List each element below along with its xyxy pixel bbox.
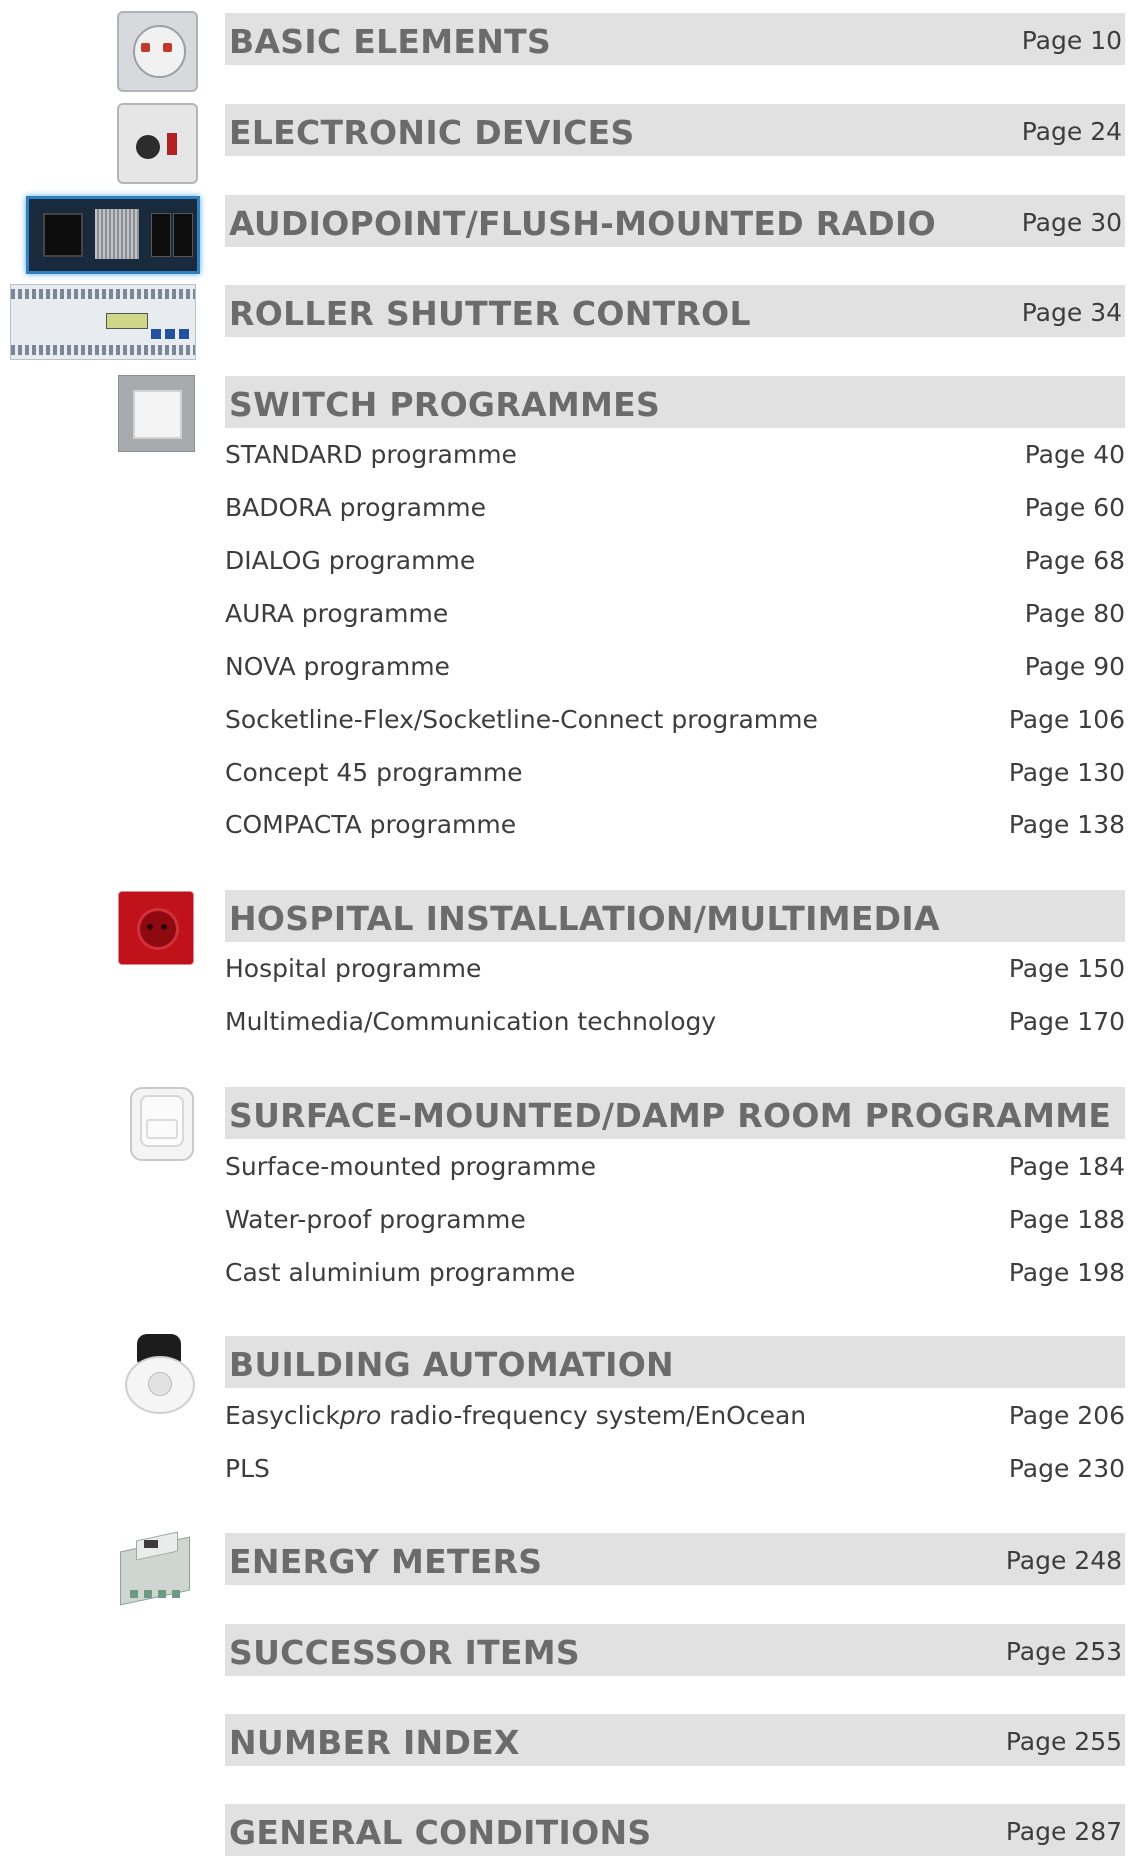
toc-entry[interactable]: Surface-mounted programme Page 184 [225, 1148, 1125, 1188]
toc-entry[interactable]: COMPACTA programme Page 138 [225, 806, 1125, 846]
entry-page: Page 138 [1008, 810, 1125, 839]
section-surface-mounted[interactable]: SURFACE-MOUNTED/DAMP ROOM PROGRAMME [225, 1087, 1125, 1139]
section-title: SWITCH PROGRAMMES [229, 385, 661, 424]
section-page: Page 10 [1021, 26, 1122, 55]
entry-label: Concept 45 programme [225, 758, 523, 787]
entry-page: Page 90 [1024, 652, 1125, 681]
section-title: GENERAL CONDITIONS [229, 1813, 652, 1852]
entry-label: COMPACTA programme [225, 810, 517, 839]
entry-label: Easyclickpro radio-frequency system/EnOc… [225, 1401, 806, 1430]
section-title: ELECTRONIC DEVICES [229, 113, 635, 152]
toc-entry[interactable]: Hospital programme Page 150 [225, 950, 1125, 990]
entry-page: Page 184 [1008, 1152, 1125, 1181]
toc-entry[interactable]: Concept 45 programme Page 130 [225, 754, 1125, 794]
section-page: Page 34 [1021, 298, 1122, 327]
entry-label: STANDARD programme [225, 440, 517, 469]
damp-room-socket-icon [130, 1087, 194, 1161]
entry-page: Page 206 [1008, 1401, 1125, 1430]
entry-label: Hospital programme [225, 954, 482, 983]
entry-label-italic: pro [339, 1401, 382, 1430]
entry-label: NOVA programme [225, 652, 450, 681]
entry-label: Water-proof programme [225, 1205, 526, 1234]
section-title: SURFACE-MOUNTED/DAMP ROOM PROGRAMME [229, 1096, 1112, 1135]
section-page: Page 248 [1005, 1546, 1122, 1575]
section-title: SUCCESSOR ITEMS [229, 1633, 580, 1672]
toc-entry[interactable]: AURA programme Page 80 [225, 595, 1125, 635]
section-switch-programmes[interactable]: SWITCH PROGRAMMES [225, 376, 1125, 428]
section-title: ROLLER SHUTTER CONTROL [229, 294, 751, 333]
radio-panel-icon [26, 196, 200, 274]
entry-page: Page 60 [1024, 493, 1125, 522]
toc-entry[interactable]: Multimedia/Communication technology Page… [225, 1003, 1125, 1043]
rocker-switch-icon [118, 375, 195, 452]
section-title: BUILDING AUTOMATION [229, 1345, 674, 1384]
toc-entry[interactable]: DIALOG programme Page 68 [225, 542, 1125, 582]
toc-entry[interactable]: NOVA programme Page 90 [225, 648, 1125, 688]
entry-label-prefix: Easyclick [225, 1401, 340, 1430]
toc-entry[interactable]: Cast aluminium programme Page 198 [225, 1254, 1125, 1294]
toc-entry[interactable]: Easyclickpro radio-frequency system/EnOc… [225, 1397, 1125, 1437]
entry-label: BADORA programme [225, 493, 487, 522]
entry-label: Cast aluminium programme [225, 1258, 576, 1287]
energy-meter-icon [114, 1530, 196, 1610]
red-socket-icon [118, 891, 194, 965]
section-page: Page 24 [1021, 117, 1122, 146]
motion-detector-icon [125, 1334, 195, 1414]
section-basic-elements[interactable]: BASIC ELEMENTS Page 10 [225, 13, 1125, 65]
entry-label: PLS [225, 1454, 270, 1483]
toc-entry[interactable]: PLS Page 230 [225, 1450, 1125, 1490]
entry-page: Page 150 [1008, 954, 1125, 983]
entry-page: Page 106 [1008, 705, 1125, 734]
section-title: NUMBER INDEX [229, 1723, 520, 1762]
section-page: Page 30 [1021, 208, 1122, 237]
section-title: BASIC ELEMENTS [229, 22, 552, 61]
toc-entry[interactable]: STANDARD programme Page 40 [225, 436, 1125, 476]
toc-entry[interactable]: Water-proof programme Page 188 [225, 1201, 1125, 1241]
section-successor-items[interactable]: SUCCESSOR ITEMS Page 253 [225, 1624, 1125, 1676]
toc-entry[interactable]: Socketline-Flex/Socketline-Connect progr… [225, 701, 1125, 741]
section-general-conditions[interactable]: GENERAL CONDITIONS Page 287 [225, 1804, 1125, 1856]
flush-socket-insert-icon [117, 11, 198, 92]
entry-page: Page 198 [1008, 1258, 1125, 1287]
section-page: Page 287 [1005, 1817, 1122, 1846]
entry-label: Surface-mounted programme [225, 1152, 597, 1181]
section-electronic-devices[interactable]: ELECTRONIC DEVICES Page 24 [225, 104, 1125, 156]
entry-page: Page 68 [1024, 546, 1125, 575]
entry-page: Page 40 [1024, 440, 1125, 469]
section-number-index[interactable]: NUMBER INDEX Page 255 [225, 1714, 1125, 1766]
entry-label-suffix: radio-frequency system/EnOcean [381, 1401, 807, 1430]
entry-label: AURA programme [225, 599, 449, 628]
section-roller-shutter[interactable]: ROLLER SHUTTER CONTROL Page 34 [225, 285, 1125, 337]
section-page: Page 255 [1005, 1727, 1122, 1756]
section-energy-meters[interactable]: ENERGY METERS Page 248 [225, 1533, 1125, 1585]
section-page: Page 253 [1005, 1637, 1122, 1666]
dimmer-insert-icon [117, 103, 198, 184]
section-building-automation[interactable]: BUILDING AUTOMATION [225, 1336, 1125, 1388]
entry-label: Socketline-Flex/Socketline-Connect progr… [225, 705, 818, 734]
entry-page: Page 170 [1008, 1007, 1125, 1036]
din-rail-controller-icon [10, 284, 196, 360]
section-title: AUDIOPOINT/FLUSH-MOUNTED RADIO [229, 204, 936, 243]
entry-page: Page 188 [1008, 1205, 1125, 1234]
section-hospital-multimedia[interactable]: HOSPITAL INSTALLATION/MULTIMEDIA [225, 890, 1125, 942]
section-title: ENERGY METERS [229, 1542, 543, 1581]
toc-entry[interactable]: BADORA programme Page 60 [225, 489, 1125, 529]
entry-label: Multimedia/Communication technology [225, 1007, 717, 1036]
entry-label: DIALOG programme [225, 546, 476, 575]
entry-page: Page 230 [1008, 1454, 1125, 1483]
section-title: HOSPITAL INSTALLATION/MULTIMEDIA [229, 899, 940, 938]
entry-page: Page 130 [1008, 758, 1125, 787]
section-audiopoint[interactable]: AUDIOPOINT/FLUSH-MOUNTED RADIO Page 30 [225, 195, 1125, 247]
entry-page: Page 80 [1024, 599, 1125, 628]
